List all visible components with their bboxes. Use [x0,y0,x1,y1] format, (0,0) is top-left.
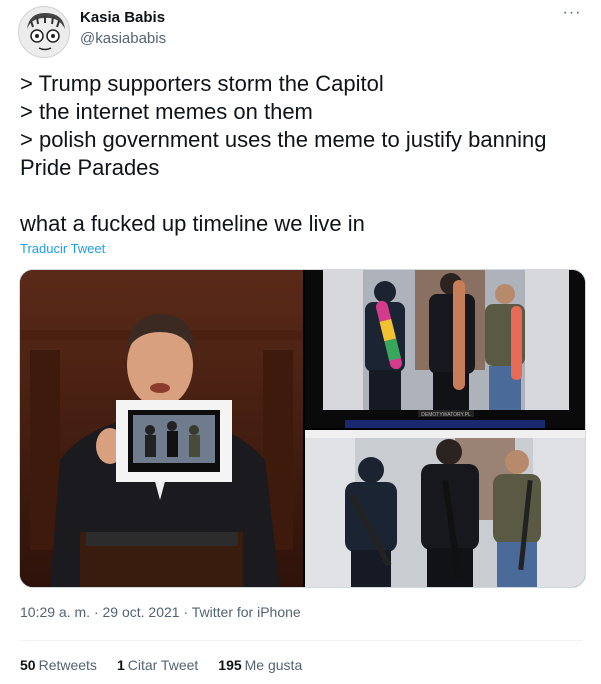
retweets-stat[interactable]: 50 Retweets [20,657,97,673]
author-handle[interactable]: @kasiababis [80,30,166,47]
tweet-line [20,182,585,210]
tweet-time[interactable]: 10:29 a. m. [20,604,90,620]
stat-count: 195 [218,657,242,673]
engagement-stats: 50 Retweets 1 Citar Tweet 195 Me gusta [20,657,302,673]
stat-count: 50 [20,657,36,673]
translate-tweet-link[interactable]: Traducir Tweet [20,241,105,256]
tweet-text: > Trump supporters storm the Capitol > t… [20,70,585,238]
tweet-line: what a fucked up timeline we live in [20,211,365,236]
meta-separator: · [183,604,189,620]
tweet-line: > the internet memes on them [20,99,313,124]
media-grid: DEMOTYWATORY.PL [19,269,586,588]
media-photo-podium[interactable] [20,270,303,587]
stat-label: Me gusta [244,657,303,673]
meta-separator: · [93,604,99,620]
author-name[interactable]: Kasia Babis [80,9,165,26]
tweet-line: > polish government uses the meme to jus… [20,127,547,180]
stat-count: 1 [116,657,125,673]
tweet-line: > Trump supporters storm the Capitol [20,71,384,96]
likes-stat[interactable]: 195 Me gusta [218,657,302,673]
tweet-card: Kasia Babis @kasiababis ··· > Trump supp… [0,0,601,684]
cartoon-face-icon [19,7,69,57]
watermark-text: DEMOTYWATORY.PL [421,412,471,418]
avatar[interactable] [18,6,70,58]
tweet-meta: 10:29 a. m. · 29 oct. 2021 · Twitter for… [20,604,301,620]
tweet-date[interactable]: 29 oct. 2021 [103,604,180,620]
divider [20,640,582,641]
media-photo-original[interactable] [305,430,585,587]
quote-tweets-stat[interactable]: 1 Citar Tweet [117,657,198,673]
stat-label: Retweets [38,657,97,673]
stat-label: Citar Tweet [127,657,199,673]
media-photo-meme[interactable]: DEMOTYWATORY.PL [305,270,585,428]
tweet-source[interactable]: Twitter for iPhone [192,604,301,620]
more-options-icon[interactable]: ··· [561,5,583,24]
